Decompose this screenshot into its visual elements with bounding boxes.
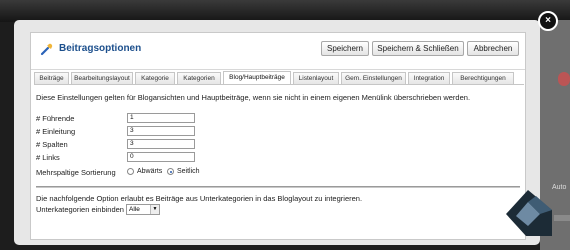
subcategories-label: Unterkategorien einbinden [36,205,124,214]
tab-beitraege[interactable]: Beiträge [34,72,69,84]
section-divider [36,186,520,188]
save-button[interactable]: Speichern [321,41,369,56]
modal-dialog: Beitragsoptionen Speichern Speichern & S… [14,20,540,245]
tab-bearbeitungslayout[interactable]: Bearbeitungslayout [71,72,133,84]
background-badge [558,72,570,86]
subcategory-note: Die nachfolgende Option erlaubt es Beitr… [36,194,363,203]
overlay-top-bar [0,0,570,22]
tab-integration[interactable]: Integration [408,72,450,84]
links-input[interactable]: 0 [127,152,195,162]
field-label-spalten: # Spalten [36,140,68,149]
intro-text: Diese Einstellungen gelten für Blogansic… [36,93,471,102]
fuehrende-input[interactable]: 1 [127,113,195,123]
options-panel: Beitragsoptionen Speichern Speichern & S… [30,32,526,240]
background-element [554,215,570,221]
radio-seitlich[interactable] [167,168,174,175]
background-text: Auto [552,184,567,191]
tab-blog-hauptbeitraege[interactable]: Blog/Hauptbeiträge [223,71,291,84]
tab-gem-einstellungen[interactable]: Gem. Einstellungen [341,72,406,84]
sorting-label: Mehrspaltige Sortierung [36,168,116,177]
close-icon[interactable]: × [538,11,558,31]
spalten-input[interactable]: 3 [127,139,195,149]
radio-label-seitlich[interactable]: Seitlich [177,168,200,175]
tab-kategorie[interactable]: Kategorie [135,72,175,84]
radio-label-abwaerts[interactable]: Abwärts [137,168,162,175]
chevron-down-icon: ▼ [150,205,159,214]
options-icon [40,43,53,56]
field-label-einleitung: # Einleitung [36,127,76,136]
cancel-button[interactable]: Abbrechen [467,41,519,56]
radio-abwaerts[interactable] [127,168,134,175]
field-label-links: # Links [36,153,60,162]
einleitung-input[interactable]: 3 [127,126,195,136]
tab-berechtigungen[interactable]: Berechtigungen [452,72,514,84]
save-close-button[interactable]: Speichern & Schließen [372,41,464,56]
subcategories-value: Alle [129,206,140,213]
tab-content: Diese Einstellungen gelten für Blogansic… [36,90,520,236]
field-label-fuehrende: # Führende [36,114,75,123]
dialog-header: Beitragsoptionen Speichern Speichern & S… [31,33,525,70]
subcategories-select[interactable]: Alle ▼ [126,204,160,215]
tab-bar: Beiträge Bearbeitungslayout Kategorie Ka… [34,70,524,85]
tab-kategorien[interactable]: Kategorien [177,72,221,84]
page-curl-icon [506,190,552,236]
tab-listenlayout[interactable]: Listenlayout [293,72,339,84]
dialog-title: Beitragsoptionen [59,43,142,54]
